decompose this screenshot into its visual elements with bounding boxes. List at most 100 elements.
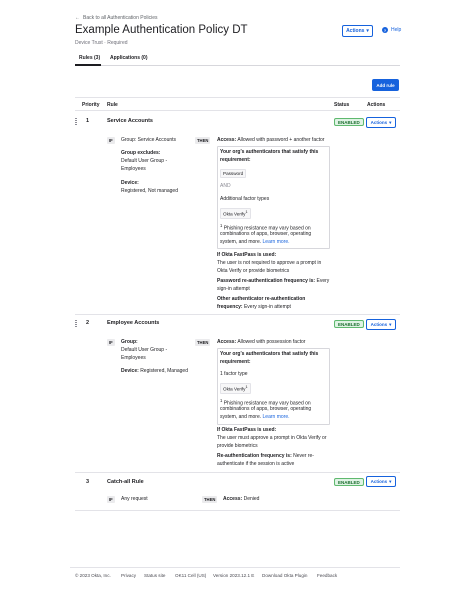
- access-line: Access: Allowed with password + another …: [217, 136, 324, 144]
- footer-status-link[interactable]: Status site: [144, 573, 165, 578]
- rule-condition-group: Group: Service Accounts: [121, 137, 177, 143]
- rule-actions-button[interactable]: Actions ▾: [366, 319, 396, 330]
- authenticator-chip: Okta Verify1: [220, 208, 251, 219]
- row-divider: [75, 472, 400, 473]
- status-badge: ENABLED: [334, 478, 364, 486]
- rule-actions-button[interactable]: Actions ▾: [366, 476, 396, 487]
- access-line: Access: Allowed with possession factor: [217, 338, 305, 346]
- device-value: Registered, Not managed: [121, 188, 178, 194]
- rule-condition: Any request: [121, 496, 148, 502]
- rule-actions-button[interactable]: Actions ▾: [366, 117, 396, 128]
- rule-name: Service Accounts: [107, 118, 153, 124]
- footer-feedback-link[interactable]: Feedback: [317, 573, 337, 578]
- and-label: AND: [220, 183, 231, 189]
- learn-more-link[interactable]: Learn more.: [263, 414, 290, 420]
- access-label: Access:: [217, 339, 237, 345]
- help-link[interactable]: ? Help: [382, 27, 401, 33]
- reauth-value: authenticate if the session is active: [217, 461, 295, 467]
- footer-plugin-link[interactable]: Download Okta Plugin: [262, 573, 307, 578]
- box-heading: requirement:: [220, 359, 251, 365]
- column-header-actions: Actions: [367, 102, 386, 108]
- page-title: Example Authentication Policy DT: [75, 24, 248, 36]
- footer-copyright: © 2023 Okta, Inc.: [75, 573, 111, 578]
- note-text: system, and more.: [220, 414, 262, 420]
- drag-handle-icon[interactable]: [75, 320, 77, 327]
- access-value: Allowed with password + another factor: [237, 137, 325, 143]
- tab-active-indicator: [75, 64, 101, 66]
- tab-divider: [75, 65, 400, 66]
- footer-privacy-link[interactable]: Privacy: [121, 573, 136, 578]
- row-divider: [75, 314, 400, 315]
- tab-rules[interactable]: Rules (3): [79, 55, 100, 61]
- page-subtitle: Device Trust · Required: [75, 40, 128, 46]
- phishing-note: system, and more. Learn more.: [220, 413, 290, 421]
- footnote-mark: 1: [220, 223, 223, 228]
- help-icon: ?: [382, 27, 388, 33]
- rule-name: Catch-all Rule: [107, 479, 144, 485]
- rule-actions-label: Actions: [370, 479, 388, 484]
- device-value: Registered, Managed: [140, 368, 188, 374]
- table-header-border: [75, 110, 400, 111]
- reauth-label: Password re-authentication frequency is:: [217, 278, 316, 284]
- status-badge: ENABLED: [334, 118, 364, 126]
- learn-more-link[interactable]: Learn more.: [263, 239, 290, 245]
- note-text: system, and more.: [220, 239, 262, 245]
- box-heading: Your org's authenticators that satisfy t…: [220, 149, 319, 155]
- device-line: Device: Registered, Managed: [121, 367, 188, 375]
- fastpass-label: If Okta FastPass is used:: [217, 252, 277, 258]
- status-badge: ENABLED: [334, 320, 364, 328]
- tab-applications[interactable]: Applications (0): [110, 55, 148, 61]
- chevron-down-icon: ▾: [366, 28, 369, 34]
- access-label: Access:: [217, 137, 237, 143]
- rule-priority: 3: [86, 479, 90, 485]
- device-label: Device:: [121, 180, 139, 186]
- reauth-line: Password re-authentication frequency is:…: [217, 277, 329, 285]
- policy-actions-button[interactable]: Actions ▾: [342, 25, 373, 37]
- footer-cell: OK11 Cell (US): [175, 573, 207, 578]
- authenticator-chip: Password: [220, 169, 247, 178]
- chevron-down-icon: ▾: [389, 321, 392, 327]
- box-heading: Your org's authenticators that satisfy t…: [220, 351, 319, 357]
- column-header-priority: Priority: [82, 102, 100, 108]
- group-excludes-value: Default User Group -: [121, 158, 168, 164]
- column-header-status: Status: [334, 102, 350, 108]
- chip-label: Okta Verify: [223, 211, 246, 217]
- group-label: Group:: [121, 339, 138, 345]
- fastpass-label: If Okta FastPass is used:: [217, 427, 277, 433]
- chip-label: Okta Verify: [223, 386, 246, 392]
- if-tag: IF: [107, 137, 115, 144]
- access-value: Allowed with possession factor: [237, 339, 306, 345]
- rule-name: Employee Accounts: [107, 320, 160, 326]
- rule-priority: 1: [86, 118, 90, 124]
- column-header-rule: Rule: [107, 102, 118, 108]
- then-tag: THEN: [195, 339, 211, 346]
- rule-actions-label: Actions: [370, 322, 388, 327]
- phishing-note: combinations of apps, browser, operating: [220, 231, 312, 237]
- box-heading: requirement:: [220, 157, 251, 163]
- footer-version: Version 2023.12.1 E: [213, 573, 255, 578]
- help-label: Help: [391, 27, 402, 33]
- if-tag: IF: [107, 496, 115, 503]
- reauth-label: Re-authentication frequency is:: [217, 453, 292, 459]
- group-value: Default User Group -: [121, 347, 168, 353]
- group-excludes-label: Group excludes:: [121, 150, 161, 156]
- chevron-down-icon: ▾: [389, 119, 392, 125]
- back-link-label: Back to all Authentication Policies: [83, 15, 158, 21]
- other-reauth-label: frequency:: [217, 304, 243, 310]
- reauth-value: Every: [316, 278, 330, 284]
- factor-type-label: 1 factor type: [220, 371, 248, 377]
- fastpass-text: Okta Verify or provide biometrics: [217, 268, 290, 274]
- footnote-mark: 1: [245, 210, 248, 214]
- chevron-down-icon: ▾: [389, 478, 392, 484]
- rule-priority: 2: [86, 320, 90, 326]
- additional-factors-label: Additional factor types: [220, 196, 270, 202]
- add-rule-button[interactable]: Add rule: [372, 79, 399, 91]
- group-excludes-value: Employees: [121, 166, 146, 172]
- table-top-border: [75, 97, 400, 98]
- access-line: Access: Denied: [223, 495, 259, 503]
- other-reauth-line: frequency: Every sign-in attempt: [217, 303, 291, 311]
- access-value: Denied: [243, 496, 260, 502]
- group-value: Employees: [121, 355, 146, 361]
- drag-handle-icon[interactable]: [75, 118, 77, 125]
- back-link[interactable]: ← Back to all Authentication Policies: [75, 15, 158, 21]
